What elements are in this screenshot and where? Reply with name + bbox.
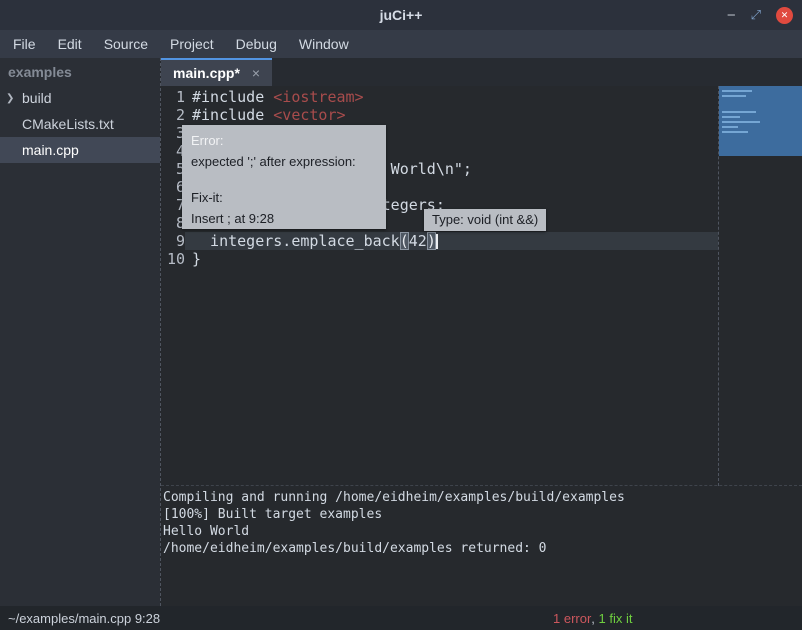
- tab-label: main.cpp*: [173, 65, 240, 81]
- code-segment: <iostream>: [273, 88, 363, 106]
- fixit-tooltip-title: Fix-it:: [191, 187, 377, 208]
- terminal-line: Compiling and running /home/eidheim/exam…: [163, 489, 802, 506]
- menu-source[interactable]: Source: [93, 30, 159, 58]
- error-count: 1 error: [553, 611, 591, 626]
- minimap[interactable]: [719, 86, 802, 156]
- menu-edit[interactable]: Edit: [47, 30, 93, 58]
- tree-item-label: CMakeLists.txt: [22, 116, 114, 132]
- line-number: 9: [161, 232, 185, 250]
- code-segment: ): [427, 232, 436, 250]
- code-segment: #include: [192, 106, 273, 124]
- terminal-line: [100%] Built target examples: [163, 506, 802, 523]
- tab-main-cpp[interactable]: main.cpp* ×: [161, 58, 272, 86]
- close-tab-icon[interactable]: ×: [252, 65, 260, 81]
- minimap-code-line: [722, 116, 740, 118]
- tree-item-label: build: [22, 90, 52, 106]
- app-window: juCi++ − ⤢ ✕ File Edit Source Project De…: [0, 0, 802, 630]
- project-root-label: examples: [0, 58, 160, 85]
- statusbar: ~/examples/main.cpp 9:28 1 error , 1 fix…: [0, 606, 802, 630]
- code-text: integers.emplace_back(42): [185, 232, 718, 250]
- error-tooltip: Error: expected ';' after expression: Fi…: [182, 125, 386, 229]
- code-line[interactable]: 1#include <iostream>: [161, 88, 718, 106]
- terminal-line: Hello World: [163, 523, 802, 540]
- diagnostics-separator: ,: [591, 611, 598, 626]
- type-tooltip: Type: void (int &&): [424, 209, 546, 231]
- tooltip-spacer: [191, 172, 377, 187]
- tree-item-label: main.cpp: [22, 142, 79, 158]
- code-line[interactable]: 9 integers.emplace_back(42): [161, 232, 718, 250]
- titlebar[interactable]: juCi++ − ⤢ ✕: [0, 0, 802, 30]
- code-segment: #include: [192, 88, 273, 106]
- line-number: 2: [161, 106, 185, 124]
- menu-project[interactable]: Project: [159, 30, 225, 58]
- code-text: #include <vector>: [185, 106, 718, 124]
- fixit-tooltip-message: Insert ; at 9:28: [191, 208, 377, 229]
- status-diagnostics: 1 error , 1 fix it: [553, 611, 633, 626]
- minimap-code-line: [722, 90, 752, 92]
- code-segment: }: [192, 250, 201, 268]
- menu-window[interactable]: Window: [288, 30, 360, 58]
- line-number: 10: [161, 250, 185, 268]
- file-tree-sidebar: examples ❯ build CMakeLists.txt main.cpp: [0, 58, 160, 606]
- error-tooltip-title: Error:: [191, 130, 377, 151]
- error-tooltip-message: expected ';' after expression:: [191, 151, 377, 172]
- code-segment: <vector>: [273, 106, 345, 124]
- menu-debug[interactable]: Debug: [225, 30, 288, 58]
- menu-file[interactable]: File: [2, 30, 47, 58]
- minimap-code-line: [722, 95, 746, 97]
- tree-item-cmakelists[interactable]: CMakeLists.txt: [0, 111, 160, 137]
- minimap-code-line: [722, 121, 760, 123]
- window-controls: − ⤢ ✕: [727, 0, 793, 30]
- code-segment: integers.emplace_back: [192, 232, 400, 250]
- minimap-code-line: [722, 131, 748, 133]
- code-segment: (: [400, 232, 409, 250]
- status-file-path: ~/examples/main.cpp 9:28: [0, 611, 160, 626]
- code-text: #include <iostream>: [185, 88, 718, 106]
- restore-button[interactable]: ⤢: [751, 7, 761, 23]
- minimap-code-line: [722, 111, 756, 113]
- text-cursor: [436, 234, 438, 249]
- code-line[interactable]: 2#include <vector>: [161, 106, 718, 124]
- menubar: File Edit Source Project Debug Window: [0, 30, 802, 58]
- code-line[interactable]: 10}: [161, 250, 718, 268]
- terminal-line: /home/eidheim/examples/build/examples re…: [163, 540, 802, 557]
- fixit-count: 1 fix it: [599, 611, 633, 626]
- code-text: }: [185, 250, 718, 268]
- editor[interactable]: 1#include <iostream>2#include <vector>34…: [161, 86, 802, 486]
- terminal-output[interactable]: Compiling and running /home/eidheim/exam…: [161, 486, 802, 606]
- window-title: juCi++: [380, 7, 423, 23]
- close-button[interactable]: ✕: [776, 7, 793, 24]
- minimap-code-line: [722, 126, 738, 128]
- tree-item-build[interactable]: ❯ build: [0, 85, 160, 111]
- line-number: 1: [161, 88, 185, 106]
- tabbar: main.cpp* ×: [161, 58, 802, 86]
- minimize-button[interactable]: −: [727, 8, 736, 23]
- chevron-right-icon[interactable]: ❯: [6, 93, 22, 104]
- tree-item-main-cpp[interactable]: main.cpp: [0, 137, 160, 163]
- code-segment: 42: [409, 232, 427, 250]
